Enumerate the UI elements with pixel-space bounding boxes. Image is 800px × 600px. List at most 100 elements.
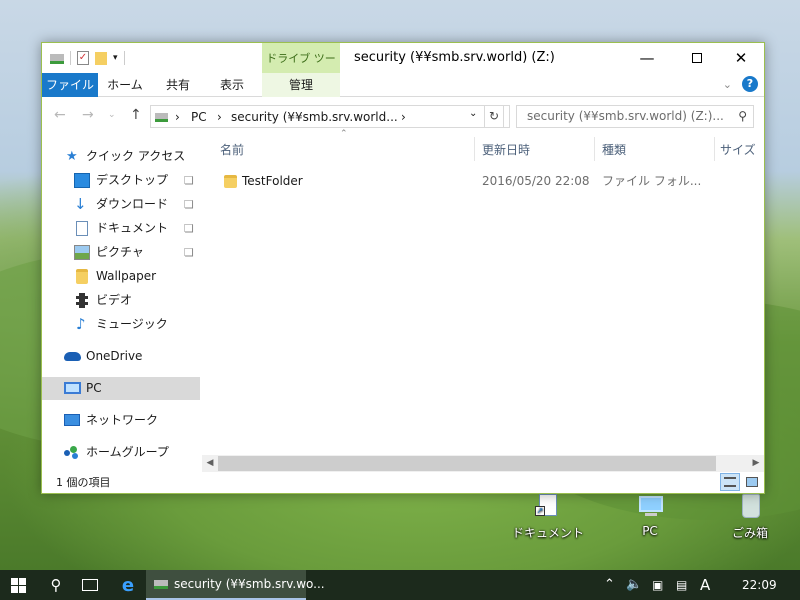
document-icon	[76, 221, 88, 236]
desktop-icon-label: ごみ箱	[731, 526, 768, 540]
column-header-type[interactable]: 種類	[602, 139, 626, 161]
task-view-button[interactable]	[72, 570, 108, 600]
nav-label: ネットワーク	[86, 413, 159, 427]
folder-icon	[76, 269, 88, 284]
desktop-icon-pc[interactable]: PC	[610, 492, 690, 538]
new-folder-icon[interactable]	[95, 51, 107, 65]
table-row[interactable]: TestFolder 2016/05/20 22:08 ファイル フォル...	[220, 171, 760, 192]
notification-icon[interactable]: ▤	[676, 570, 687, 600]
file-type: ファイル フォル...	[602, 174, 702, 188]
expand-ribbon-icon[interactable]: ⌄	[723, 78, 732, 91]
clock[interactable]: 22:09	[742, 570, 777, 600]
tab-view[interactable]: 表示	[212, 73, 252, 97]
pin-icon[interactable]: ❏	[184, 241, 194, 264]
column-header-modified[interactable]: 更新日時	[482, 139, 530, 161]
action-center-icon[interactable]: ▣	[652, 570, 663, 600]
search-button[interactable]: ⚲	[38, 570, 74, 600]
nav-label: ダウンロード	[96, 197, 169, 211]
computer-icon	[64, 382, 81, 394]
taskbar-app-file-explorer[interactable]: security (¥¥smb.srv.wo...	[146, 570, 325, 600]
details-view-icon	[724, 477, 736, 487]
drive-icon	[154, 580, 168, 589]
item-count: 1 個の項目	[56, 476, 111, 489]
scrollbar-thumb[interactable]	[218, 456, 716, 471]
drive-icon[interactable]	[50, 54, 64, 64]
address-bar[interactable]: › PC › security (¥¥smb.srv.world... › ⌄	[150, 105, 510, 128]
tab-home[interactable]: ホーム	[104, 73, 146, 97]
nav-network[interactable]: ネットワーク	[42, 409, 200, 432]
horizontal-scrollbar[interactable]: ◀ ▶	[202, 455, 764, 472]
pin-icon[interactable]: ❏	[184, 193, 194, 216]
nav-label: クイック アクセス	[86, 149, 186, 163]
nav-quick-access[interactable]: ★ クイック アクセス	[42, 145, 200, 168]
breadcrumb-security[interactable]: security (¥¥smb.srv.world...	[231, 110, 398, 124]
tab-file[interactable]: ファイル	[42, 73, 98, 97]
nav-label: ドキュメント	[96, 221, 169, 235]
show-hidden-icons[interactable]: ⌃	[604, 570, 615, 600]
window-title: security (¥¥smb.srv.world) (Z:)	[354, 50, 555, 65]
nav-item-documents[interactable]: ドキュメント ❏	[42, 217, 200, 240]
back-button[interactable]: ←	[54, 107, 66, 123]
customize-qat-icon[interactable]: ▾	[113, 53, 118, 63]
star-icon: ★	[66, 149, 78, 164]
column-divider[interactable]	[474, 137, 475, 161]
tab-manage[interactable]: 管理	[262, 73, 340, 97]
close-button[interactable]: ✕	[718, 43, 764, 73]
divider	[123, 51, 125, 65]
tab-share[interactable]: 共有	[160, 73, 196, 97]
quick-access-toolbar: ✓ ▾	[50, 51, 125, 65]
volume-icon[interactable]: 🔈	[626, 570, 642, 600]
column-header-name[interactable]: 名前	[220, 139, 244, 161]
nav-item-pictures[interactable]: ピクチャ ❏	[42, 241, 200, 264]
minimize-button[interactable]: —	[624, 43, 670, 73]
nav-item-downloads[interactable]: ↓ ダウンロード ❏	[42, 193, 200, 216]
large-icons-view-button[interactable]	[742, 473, 762, 491]
address-dropdown-icon[interactable]: ⌄	[469, 108, 477, 119]
scroll-left-icon[interactable]: ◀	[202, 455, 218, 472]
pin-icon[interactable]: ❏	[184, 217, 194, 240]
homegroup-icon	[64, 446, 80, 459]
column-divider[interactable]	[714, 137, 715, 161]
title-bar[interactable]: ✓ ▾ ドライブ ツール security (¥¥smb.srv.world) …	[42, 43, 764, 97]
cloud-icon	[64, 352, 81, 361]
folder-icon	[224, 175, 237, 188]
desktop-icon	[74, 173, 90, 188]
recent-locations-button[interactable]: ⌄	[108, 110, 116, 120]
column-divider[interactable]	[594, 137, 595, 161]
refresh-button[interactable]: ↻	[484, 105, 504, 128]
nav-homegroup[interactable]: ホームグループ	[42, 441, 200, 464]
music-icon: ♪	[76, 315, 86, 333]
up-button[interactable]: ↑	[130, 107, 142, 123]
ime-indicator[interactable]: A	[700, 570, 710, 600]
forward-button[interactable]: →	[82, 107, 94, 123]
file-modified: 2016/05/20 22:08	[482, 174, 590, 188]
nav-item-wallpaper[interactable]: Wallpaper	[42, 265, 200, 288]
breadcrumb-separator: ›	[217, 110, 222, 124]
task-view-icon	[82, 579, 98, 591]
nav-pc[interactable]: PC	[42, 377, 200, 400]
nav-item-videos[interactable]: ビデオ	[42, 289, 200, 312]
column-header-size[interactable]: サイズ	[720, 139, 756, 161]
breadcrumb-separator: ›	[175, 110, 180, 124]
navigation-bar: ← → ⌄ ↑ › PC › security (¥¥smb.srv.world…	[42, 101, 764, 131]
taskbar: ⚲ e security (¥¥smb.srv.wo... ⌃ 🔈 ▣ ▤ A …	[0, 570, 800, 600]
computer-icon	[633, 492, 667, 522]
properties-icon[interactable]: ✓	[77, 51, 89, 65]
taskbar-app-label: security (¥¥smb.srv.wo...	[174, 577, 325, 591]
search-input[interactable]: security (¥¥smb.srv.world) (Z:)... ⚲	[516, 105, 754, 128]
maximize-button[interactable]	[674, 43, 720, 73]
desktop-icon-recycle-bin[interactable]: ごみ箱	[710, 492, 790, 541]
details-view-button[interactable]	[720, 473, 740, 491]
breadcrumb-pc[interactable]: PC	[191, 110, 207, 124]
desktop-icon-documents[interactable]: ↗ ドキュメント	[508, 492, 588, 541]
help-icon[interactable]: ?	[742, 76, 758, 92]
nav-label: Wallpaper	[96, 269, 157, 283]
nav-item-music[interactable]: ♪ ミュージック	[42, 313, 200, 336]
start-button[interactable]	[0, 570, 36, 600]
pin-icon[interactable]: ❏	[184, 169, 194, 192]
edge-button[interactable]: e	[110, 570, 146, 600]
nav-item-desktop[interactable]: デスクトップ ❏	[42, 169, 200, 192]
nav-onedrive[interactable]: OneDrive	[42, 345, 200, 368]
scroll-right-icon[interactable]: ▶	[748, 455, 764, 472]
file-explorer-window: ✓ ▾ ドライブ ツール security (¥¥smb.srv.world) …	[41, 42, 765, 494]
